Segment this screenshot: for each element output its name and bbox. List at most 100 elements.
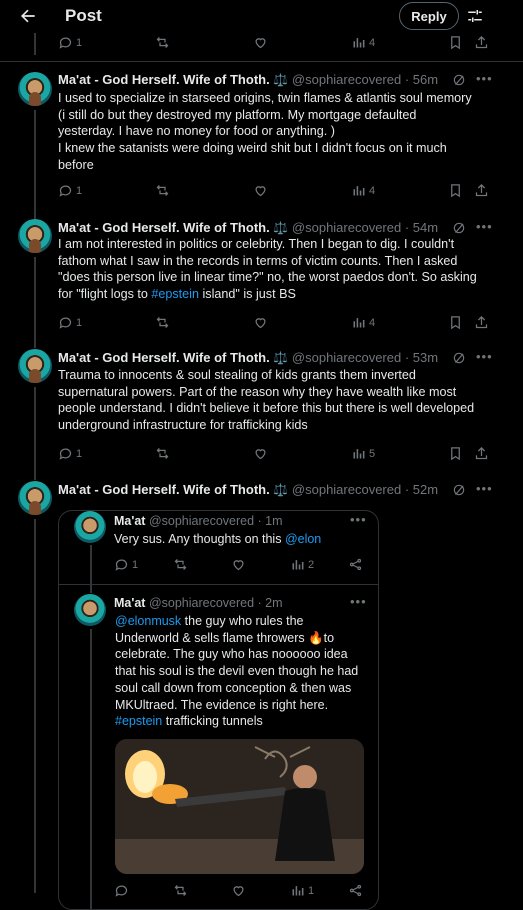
views-action[interactable]: 2 <box>290 557 314 572</box>
post-text: Very sus. Any thoughts on this @elon <box>114 531 321 548</box>
reply-action[interactable]: 1 <box>58 183 82 198</box>
grok-icon[interactable] <box>452 73 466 87</box>
mention-link[interactable]: @elonmusk <box>115 614 181 628</box>
post-time[interactable]: 1m <box>265 514 282 528</box>
author-handle[interactable]: @sophiarecovered <box>149 596 254 610</box>
avatar[interactable] <box>18 481 52 515</box>
avatar[interactable] <box>74 594 106 626</box>
post-time[interactable]: 54m <box>413 220 438 235</box>
like-action[interactable] <box>253 183 268 198</box>
reply-action[interactable]: 1 <box>58 315 82 330</box>
reply-action[interactable]: 1 <box>58 35 82 50</box>
mention-link[interactable]: @elon <box>285 532 321 546</box>
post-time[interactable]: 53m <box>413 350 438 365</box>
more-options-icon[interactable]: ••• <box>350 594 367 609</box>
post-text-line: (i still do but they destroyed my platfo… <box>58 107 417 122</box>
views-icon <box>353 449 365 459</box>
views-count: 4 <box>369 316 376 329</box>
grok-icon[interactable] <box>452 351 466 365</box>
post-time[interactable]: 56m <box>413 72 438 87</box>
views-action[interactable]: 5 <box>351 446 375 461</box>
text-span: island" is just BS <box>199 287 296 302</box>
author-handle[interactable]: @sophiarecovered <box>292 220 401 235</box>
post-text-line: supernatural powers. Part of the reason … <box>58 384 457 399</box>
post-text-line: underground infrastructure for trafficki… <box>58 418 308 433</box>
more-options-icon[interactable]: ••• <box>476 349 493 364</box>
avatar[interactable] <box>18 72 52 106</box>
share-action[interactable] <box>474 35 489 50</box>
more-options-icon[interactable]: ••• <box>476 71 493 86</box>
reply-action[interactable]: 1 <box>58 446 82 461</box>
repost-icon <box>156 317 169 328</box>
share-action[interactable] <box>348 557 363 572</box>
filter-settings-icon[interactable] <box>466 7 484 25</box>
repost-icon <box>156 37 169 48</box>
grok-icon[interactable] <box>452 221 466 235</box>
flamethrower-photo[interactable] <box>115 739 364 874</box>
author-handle[interactable]: @sophiarecovered <box>149 514 254 528</box>
share-action[interactable] <box>474 183 489 198</box>
author-name[interactable]: Ma'at - God Herself. Wife of Thoth. <box>58 72 270 87</box>
reply-button[interactable]: Reply <box>399 2 459 30</box>
more-options-icon[interactable]: ••• <box>476 481 493 496</box>
bookmark-action[interactable] <box>448 183 463 198</box>
reply-icon <box>59 317 72 329</box>
views-action[interactable]: 4 <box>351 35 375 50</box>
author-name[interactable]: Ma'at - God Herself. Wife of Thoth. <box>58 220 270 235</box>
action-bar: 1 4 <box>0 35 523 55</box>
quoted-post-card[interactable]: Ma'at @sophiarecovered · 1m ••• Very sus… <box>58 510 379 910</box>
reply-action[interactable] <box>114 883 129 898</box>
post-time[interactable]: 52m <box>413 482 438 497</box>
post[interactable]: Ma'at - God Herself. Wife of Thoth. ⚖️ @… <box>0 62 523 213</box>
avatar[interactable] <box>18 349 52 383</box>
repost-action[interactable] <box>173 557 188 572</box>
post[interactable]: Ma'at - God Herself. Wife of Thoth. ⚖️ @… <box>0 213 523 342</box>
author-name[interactable]: Ma'at <box>114 596 145 610</box>
more-options-icon[interactable]: ••• <box>350 512 367 527</box>
back-arrow-icon[interactable] <box>18 6 38 26</box>
bookmark-action[interactable] <box>448 315 463 330</box>
grok-icon[interactable] <box>452 483 466 497</box>
like-action[interactable] <box>231 557 246 572</box>
repost-action[interactable] <box>155 446 170 461</box>
share-action[interactable] <box>474 446 489 461</box>
share-icon <box>349 884 362 897</box>
author-name[interactable]: Ma'at - God Herself. Wife of Thoth. <box>58 482 270 497</box>
share-action[interactable] <box>474 315 489 330</box>
share-icon <box>475 315 488 329</box>
post-text: Trauma to innocents & soul stealing of k… <box>58 367 490 434</box>
hashtag-link[interactable]: #epstein <box>151 287 199 301</box>
avatar[interactable] <box>74 511 106 543</box>
views-action[interactable]: 1 <box>290 883 314 898</box>
post[interactable]: Ma'at - God Herself. Wife of Thoth. ⚖️ @… <box>0 342 523 472</box>
post-text-line: yesterday. I have no money for food or a… <box>58 124 335 139</box>
repost-action[interactable] <box>155 315 170 330</box>
repost-action[interactable] <box>155 35 170 50</box>
hashtag-link[interactable]: #epstein <box>115 714 162 728</box>
bookmark-action[interactable] <box>448 35 463 50</box>
author-handle[interactable]: @sophiarecovered <box>292 482 401 497</box>
views-icon <box>353 186 365 196</box>
author-name[interactable]: Ma'at <box>114 514 145 528</box>
like-action[interactable] <box>253 446 268 461</box>
like-action[interactable] <box>253 35 268 50</box>
repost-action[interactable] <box>155 183 170 198</box>
author-handle[interactable]: @sophiarecovered <box>292 72 401 87</box>
bookmark-action[interactable] <box>448 446 463 461</box>
share-action[interactable] <box>348 883 363 898</box>
bookmark-icon <box>451 447 460 461</box>
author-handle[interactable]: @sophiarecovered <box>292 350 401 365</box>
avatar[interactable] <box>18 219 52 253</box>
repost-action[interactable] <box>173 883 188 898</box>
post-time[interactable]: 2m <box>265 596 282 610</box>
reply-action[interactable]: 1 <box>114 557 138 572</box>
bookmark-icon <box>451 36 460 50</box>
like-action[interactable] <box>231 883 246 898</box>
like-action[interactable] <box>253 315 268 330</box>
action-bar: 1 5 <box>0 446 523 466</box>
views-action[interactable]: 4 <box>351 183 375 198</box>
more-options-icon[interactable]: ••• <box>476 219 493 234</box>
views-action[interactable]: 4 <box>351 315 375 330</box>
author-name[interactable]: Ma'at - God Herself. Wife of Thoth. <box>58 350 270 365</box>
reply-count: 1 <box>76 184 83 197</box>
